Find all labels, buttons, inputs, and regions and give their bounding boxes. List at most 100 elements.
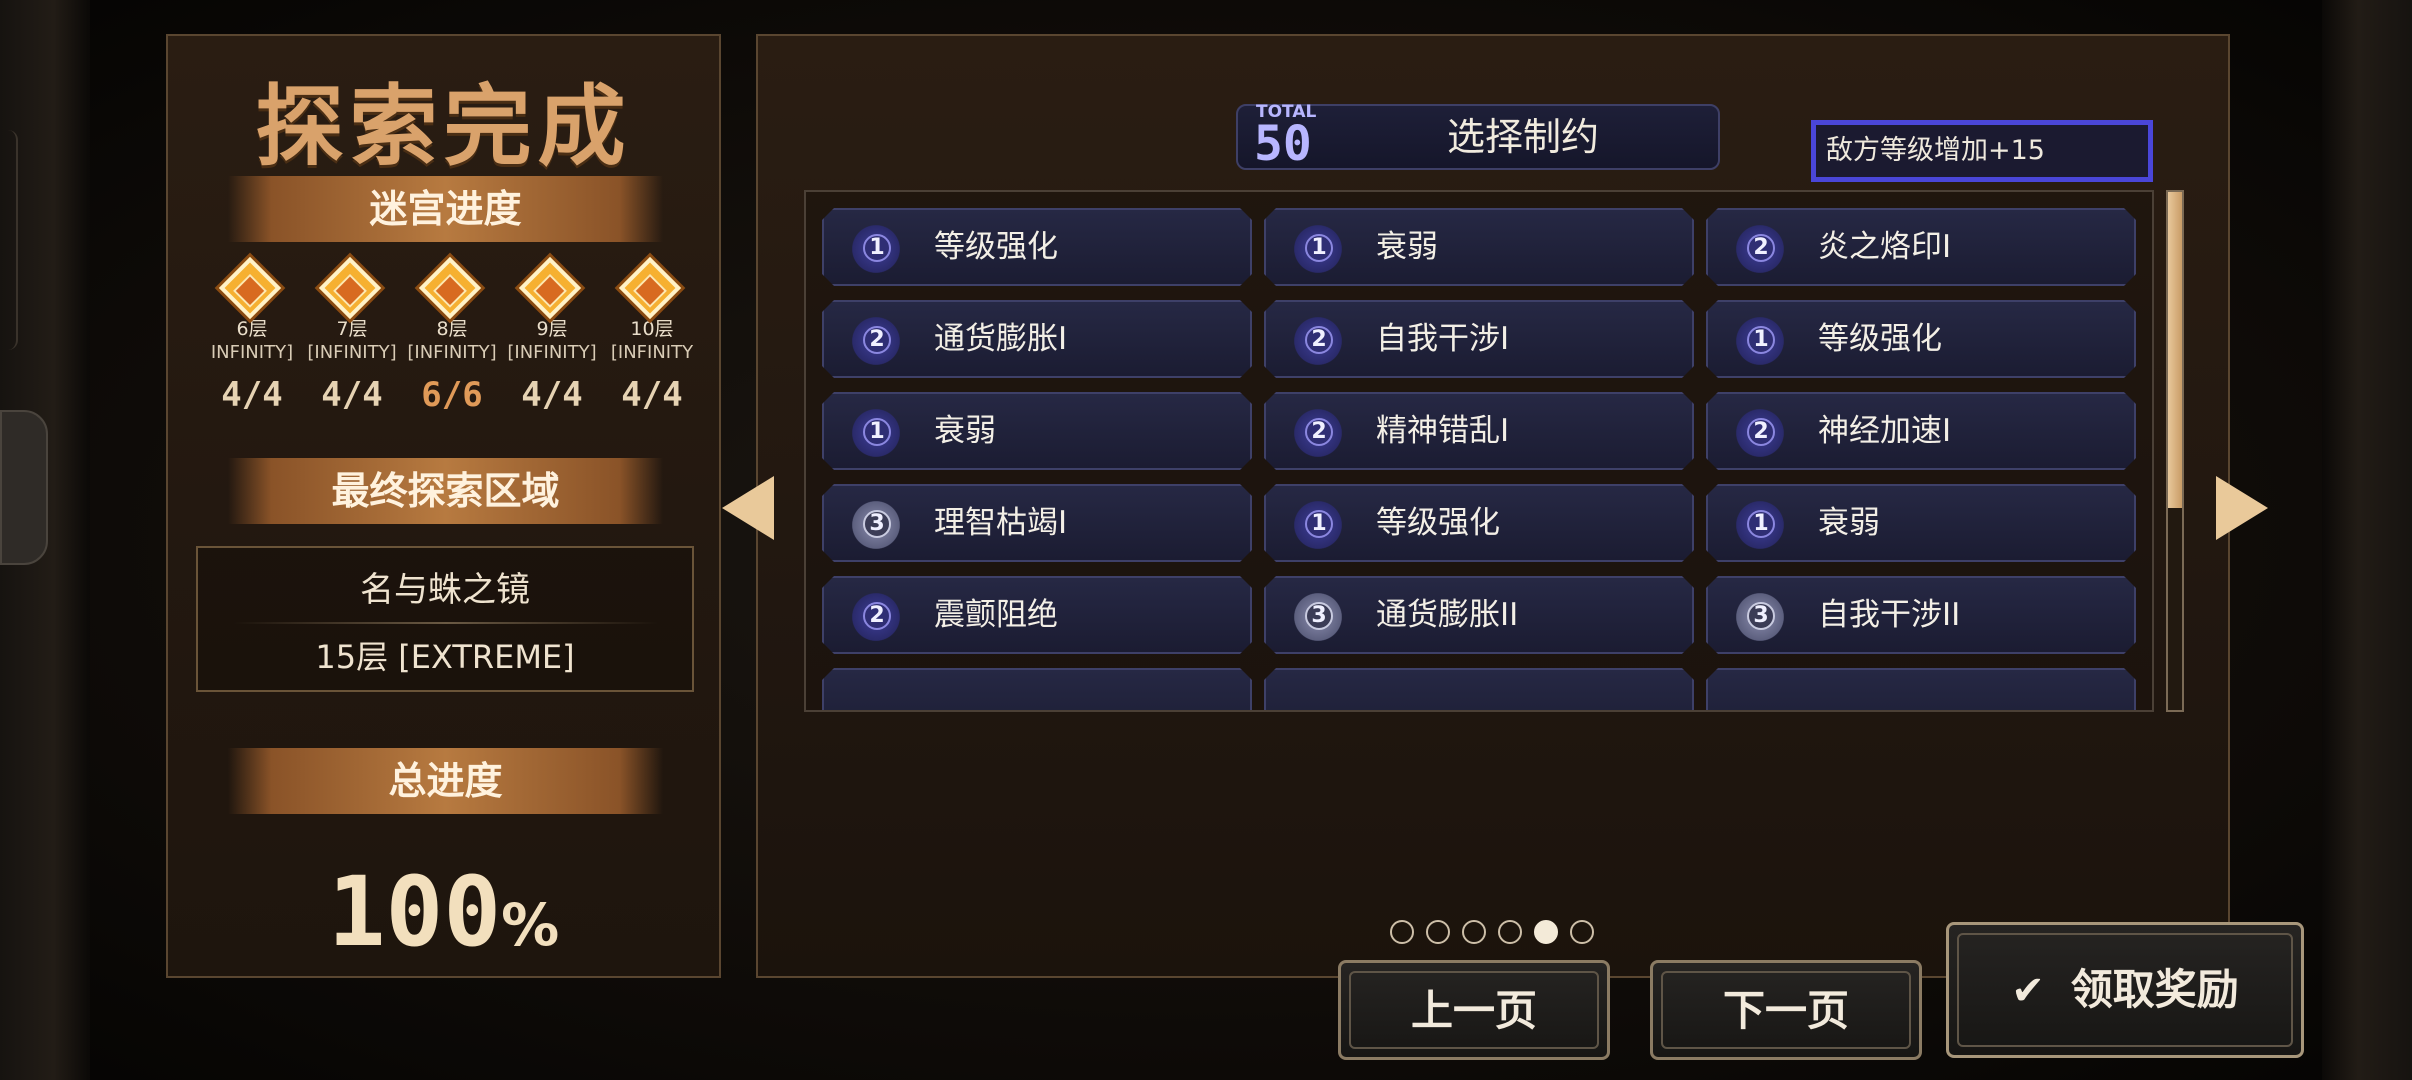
level-badge-icon: 3 (846, 496, 906, 554)
button-frame (1349, 971, 1599, 1049)
constraint-label: 理智枯竭I (934, 505, 1068, 541)
floor-item: 9层 [INFINITY] 4/4 (502, 256, 602, 458)
page-dot[interactable] (1390, 920, 1414, 944)
total-progress-number: 100 (327, 856, 502, 968)
constraint-card-partial[interactable] (822, 668, 1252, 712)
total-progress-value: 100% (168, 856, 719, 968)
constraint-card[interactable]: 3 自我干涉II (1706, 576, 2136, 654)
diamond-floor-icon (202, 256, 302, 320)
floor-count: 4/4 (621, 375, 683, 415)
constraint-level: 2 (1753, 235, 1769, 260)
constraint-card-partial[interactable] (1706, 668, 2136, 712)
constraint-level: 3 (1311, 603, 1327, 628)
divider (234, 622, 658, 624)
diamond-floor-icon (302, 256, 402, 320)
floor-label: 6层 (236, 318, 268, 340)
constraint-card[interactable]: 1 衰弱 (1264, 208, 1694, 286)
next-page-button[interactable]: 下一页 (1650, 960, 1922, 1060)
scrollbar-thumb[interactable] (2168, 192, 2182, 508)
constraint-card[interactable]: 2 神经加速I (1706, 392, 2136, 470)
constraint-card[interactable]: 1 等级强化 (822, 208, 1252, 286)
floor-label: 8层 (436, 318, 468, 340)
floor-mode: [INFINITY (610, 342, 694, 363)
page-dot[interactable] (1570, 920, 1594, 944)
constraint-card[interactable]: 2 自我干涉I (1264, 300, 1694, 378)
exploration-summary-panel: 探索完成 迷宫进度 6层 INFINITY] 4/4 7层 [INFINITY] 4/4 8… (166, 34, 721, 978)
total-progress-header: 总进度 (228, 748, 663, 814)
page-indicator (1390, 920, 1594, 944)
constraint-card[interactable]: 3 理智枯竭I (822, 484, 1252, 562)
constraint-label: 神经加速I (1818, 413, 1952, 449)
floor-item: 8层 [INFINITY] 6/6 (402, 256, 502, 458)
right-frame-edge (2322, 0, 2412, 1080)
constraint-level: 3 (1753, 603, 1769, 628)
level-badge-icon: 2 (1288, 404, 1348, 462)
level-badge-icon: 1 (1288, 220, 1348, 278)
constraint-level: 1 (1753, 511, 1769, 536)
constraint-card[interactable]: 1 衰弱 (1706, 484, 2136, 562)
constraint-title: 选择制约 (1446, 115, 1599, 159)
floor-mode: [INFINITY] (307, 342, 397, 363)
floor-count: 4/4 (221, 375, 283, 415)
side-drawer-handle[interactable] (0, 410, 48, 565)
constraint-label: 等级强化 (1376, 505, 1500, 541)
page-dot[interactable] (1534, 920, 1558, 944)
constraint-label: 自我干涉II (1818, 597, 1961, 633)
constraint-card[interactable]: 2 通货膨胀I (822, 300, 1252, 378)
constraint-level: 2 (1753, 419, 1769, 444)
constraint-card[interactable]: 1 等级强化 (1706, 300, 2136, 378)
level-badge-icon: 3 (1288, 588, 1348, 646)
floor-label: 9层 (536, 318, 568, 340)
page-dot[interactable] (1498, 920, 1522, 944)
floor-item: 10层 [INFINITY 4/4 (602, 256, 702, 458)
constraint-label: 精神错乱I (1376, 413, 1510, 449)
floor-count: 4/4 (321, 375, 383, 415)
page-dot[interactable] (1426, 920, 1450, 944)
labyrinth-progress-header: 迷宫进度 (228, 176, 663, 242)
constraint-label: 衰弱 (1818, 505, 1880, 541)
constraint-card[interactable]: 2 炎之烙印I (1706, 208, 2136, 286)
final-area-floor: 15层 [EXTREME] (315, 638, 575, 676)
level-badge-icon: 3 (1730, 588, 1790, 646)
constraint-list[interactable]: 1 等级强化 1 衰弱 2 炎之烙印I 2 通货膨胀I 2 自我干涉I 1 等级强化 1 衰弱 2 精神错乱I… (804, 190, 2154, 712)
floor-progress-list: 6层 INFINITY] 4/4 7层 [INFINITY] 4/4 8层 [INFINITY… (202, 256, 693, 458)
constraint-label: 震颤阻绝 (934, 597, 1058, 633)
constraint-label: 衰弱 (1376, 229, 1438, 265)
floor-mode: [INFINITY] (507, 342, 597, 363)
constraint-card-partial[interactable] (1264, 668, 1694, 712)
floor-label: 7层 (336, 318, 368, 340)
claim-reward-button[interactable]: ✔ 领取奖励 (1946, 922, 2304, 1058)
constraint-label: 衰弱 (934, 413, 996, 449)
button-frame (1661, 971, 1911, 1049)
final-area-box: 名与蛛之镜 15层 [EXTREME] (196, 546, 694, 692)
diamond-floor-icon (502, 256, 602, 320)
constraint-card[interactable]: 1 衰弱 (822, 392, 1252, 470)
constraint-level: 1 (869, 235, 885, 260)
constraint-label: 炎之烙印I (1818, 229, 1952, 265)
constraint-card[interactable]: 1 等级强化 (1264, 484, 1694, 562)
level-badge-icon: 1 (1288, 496, 1348, 554)
total-value: 50 (1254, 116, 1312, 172)
constraint-card[interactable]: 2 精神错乱I (1264, 392, 1694, 470)
constraint-level: 1 (1311, 235, 1327, 260)
arrow-right-icon[interactable] (2216, 476, 2268, 540)
constraint-card[interactable]: 2 震颤阻绝 (822, 576, 1252, 654)
prev-page-button[interactable]: 上一页 (1338, 960, 1610, 1060)
total-progress-unit: % (501, 891, 560, 959)
level-badge-icon: 2 (1730, 404, 1790, 462)
constraint-level: 2 (1311, 327, 1327, 352)
level-badge-icon: 2 (846, 312, 906, 370)
diamond-floor-icon (402, 256, 502, 320)
enemy-level-indicator[interactable]: 敌方等级增加+15 (1811, 120, 2153, 182)
level-badge-icon: 2 (846, 588, 906, 646)
constraint-level: 2 (869, 327, 885, 352)
constraint-level: 3 (869, 511, 885, 536)
constraint-card[interactable]: 3 通货膨胀II (1264, 576, 1694, 654)
level-badge-icon: 2 (1730, 220, 1790, 278)
level-badge-icon: 1 (846, 404, 906, 462)
floor-item: 6层 INFINITY] 4/4 (202, 256, 302, 458)
page-dot[interactable] (1462, 920, 1486, 944)
constraint-label: 通货膨胀II (1376, 597, 1519, 633)
floor-item: 7层 [INFINITY] 4/4 (302, 256, 402, 458)
arrow-left-icon[interactable] (722, 476, 774, 540)
